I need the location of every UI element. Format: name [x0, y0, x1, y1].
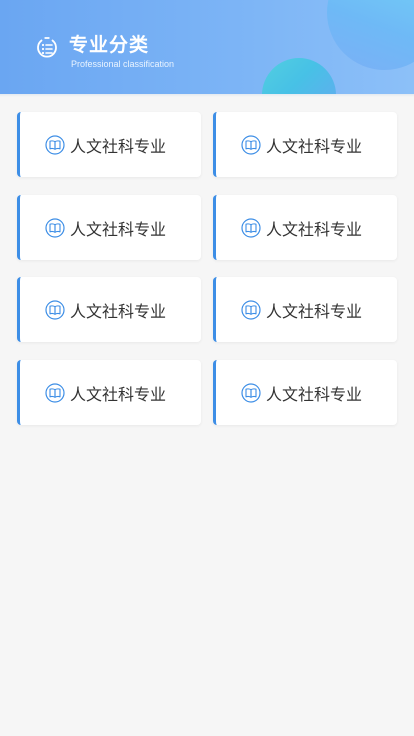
header-decoration-circle-top [327, 0, 414, 70]
category-label: 人文社科专业 [70, 301, 167, 321]
book-icon [241, 299, 261, 320]
book-icon [45, 217, 65, 238]
category-label: 人文社科专业 [266, 301, 363, 321]
category-label: 人文社科专业 [266, 219, 363, 239]
header-decoration-circle-bottom [262, 58, 336, 94]
book-icon [241, 217, 261, 238]
category-card[interactable]: 人文社科专业 [213, 195, 397, 260]
category-card[interactable]: 人文社科专业 [17, 360, 201, 425]
book-icon [45, 134, 65, 155]
category-label: 人文社科专业 [266, 384, 363, 404]
category-card[interactable]: 人文社科专业 [213, 112, 397, 177]
category-label: 人文社科专业 [266, 136, 363, 156]
book-icon [241, 134, 261, 155]
category-card[interactable]: 人文社科专业 [17, 277, 201, 342]
page-header: 专业分类 Professional classification [0, 0, 414, 94]
category-card[interactable]: 人文社科专业 [17, 112, 201, 177]
category-card[interactable]: 人文社科专业 [17, 195, 201, 260]
category-label: 人文社科专业 [70, 219, 167, 239]
book-icon [241, 382, 261, 403]
header-divider [0, 94, 414, 97]
category-label: 人文社科专业 [70, 384, 167, 404]
category-card[interactable]: 人文社科专业 [213, 277, 397, 342]
page-title: 专业分类 [69, 34, 150, 56]
book-icon [45, 382, 65, 403]
list-badge-icon [37, 37, 57, 58]
page-subtitle: Professional classification [71, 59, 175, 69]
category-label: 人文社科专业 [70, 136, 167, 156]
category-card[interactable]: 人文社科专业 [213, 360, 397, 425]
book-icon [45, 299, 65, 320]
